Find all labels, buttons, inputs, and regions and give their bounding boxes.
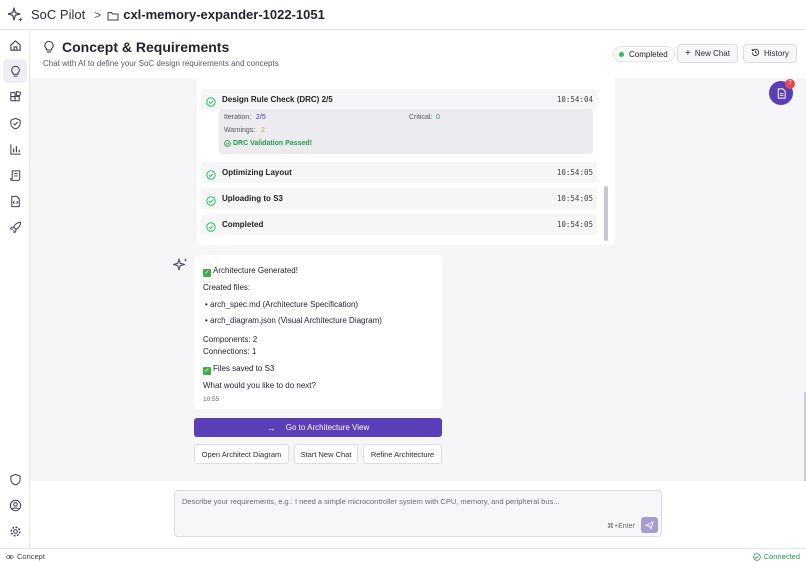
- check-box-icon: ✓: [203, 367, 211, 375]
- shortcut-hint: ⌘+Enter: [607, 523, 635, 530]
- check-circle-icon: [752, 552, 761, 561]
- sparkle-logo-icon: [8, 6, 24, 23]
- rocket-icon[interactable]: [8, 220, 22, 234]
- history-icon: [751, 48, 760, 60]
- file-code-icon[interactable]: [8, 194, 22, 208]
- message-components: Components: 2: [203, 335, 258, 344]
- plus-icon: +: [685, 47, 691, 59]
- check-circle-icon: [206, 94, 216, 107]
- go-to-architecture-label: Go to Architecture View: [285, 423, 370, 432]
- step-uploading: Uploading to S3 10:54:05: [201, 188, 597, 209]
- page-header: Concept & Requirements Chat with AI to d…: [30, 30, 806, 78]
- step-time: 10:54:05: [556, 194, 593, 203]
- page-subtitle: Chat with AI to define your SoC design r…: [43, 59, 279, 68]
- folder-icon: [107, 9, 119, 21]
- steps-scrollbar[interactable]: [604, 186, 608, 241]
- open-architect-diagram-button[interactable]: Open Architect Diagram: [194, 444, 289, 464]
- critical-value: 0: [436, 114, 440, 121]
- status-badge-label: Completed: [629, 49, 668, 59]
- chat-input-placeholder: Describe your requirements, e.g.: I need…: [182, 497, 560, 506]
- message-file: • arch_spec.md (Architecture Specificati…: [205, 300, 359, 309]
- shield-check-icon[interactable]: [8, 116, 22, 130]
- top-bar: SoC Pilot > cxl-memory-expander-1022-105…: [0, 0, 806, 30]
- check-circle-icon: [206, 167, 216, 180]
- lightbulb-icon[interactable]: [3, 59, 27, 83]
- step-label: Design Rule Check (DRC) 2/5: [222, 95, 333, 104]
- chat-input[interactable]: Describe your requirements, e.g.: I need…: [174, 490, 662, 537]
- message-line: ✓ Architecture Generated!: [203, 266, 298, 277]
- bar-chart-icon[interactable]: [8, 142, 22, 156]
- eye-icon: [6, 553, 14, 561]
- history-button[interactable]: History: [743, 44, 797, 63]
- gear-icon[interactable]: [8, 524, 22, 538]
- chat-area[interactable]: 7 Design Rule Check (DRC) 2/5 10:54:04 I…: [30, 78, 806, 481]
- shield-icon[interactable]: [8, 472, 22, 486]
- ai-sparkle-icon: [172, 257, 189, 273]
- step-time: 10:54:04: [556, 95, 593, 104]
- status-badge: Completed: [613, 46, 675, 62]
- start-new-chat-button[interactable]: Start New Chat: [294, 444, 358, 464]
- step-time: 10:54:05: [556, 168, 593, 177]
- blocks-icon[interactable]: [8, 90, 22, 104]
- user-circle-icon[interactable]: [8, 498, 22, 512]
- step-label: Uploading to S3: [222, 194, 283, 203]
- mode-label: Concept: [17, 552, 45, 561]
- project-name[interactable]: cxl-memory-expander-1022-1051: [123, 7, 325, 22]
- iteration-label: Iteration:: [224, 114, 252, 121]
- send-button[interactable]: [641, 517, 658, 533]
- step-optimizing: Optimizing Layout 10:54:05: [201, 162, 597, 183]
- scroll-icon[interactable]: [8, 168, 22, 182]
- message-line: ✓ Files saved to S3: [203, 364, 275, 375]
- drc-passed: DRC Validation Passed!: [233, 140, 312, 147]
- message-question: What would you like to do next?: [203, 381, 316, 390]
- notification-badge: 7: [785, 79, 795, 89]
- new-chat-label: New Chat: [694, 49, 730, 58]
- connection-label: Connected: [763, 552, 800, 561]
- page-title: Concept & Requirements: [62, 39, 230, 55]
- go-to-architecture-button[interactable]: → Go to Architecture View: [194, 418, 442, 437]
- message-line: Created files:: [203, 283, 251, 292]
- connection-status: Connected: [752, 552, 800, 561]
- status-bar: Concept Connected: [0, 548, 806, 563]
- check-circle-icon: [206, 193, 216, 206]
- message-connections: Connections: 1: [203, 347, 257, 356]
- arrow-right-icon: →: [266, 422, 276, 433]
- message-time: 10:55: [203, 396, 220, 403]
- progress-steps-card: Design Rule Check (DRC) 2/5 10:54:04 Ite…: [197, 78, 615, 245]
- history-label: History: [764, 49, 789, 58]
- warnings-value: 2: [261, 127, 265, 134]
- step-label: Completed: [222, 220, 264, 229]
- refine-architecture-button[interactable]: Refine Architecture: [363, 444, 442, 464]
- check-box-icon: ✓: [203, 269, 211, 277]
- check-circle-icon: [224, 140, 231, 149]
- critical-label: Critical:: [409, 114, 433, 121]
- lightbulb-icon: [42, 40, 56, 54]
- check-circle-icon: [206, 219, 216, 232]
- step-label: Optimizing Layout: [222, 168, 292, 177]
- step-time: 10:54:05: [556, 220, 593, 229]
- iteration-value: 2/5: [256, 114, 266, 121]
- app-name[interactable]: SoC Pilot: [31, 7, 85, 22]
- drc-details: Iteration: 2/5 Critical: 0 Warnings: 2 D…: [219, 109, 593, 154]
- home-icon[interactable]: [8, 38, 22, 52]
- step-drc: Design Rule Check (DRC) 2/5 10:54:04: [201, 89, 597, 110]
- message-file: • arch_diagram.json (Visual Architecture…: [205, 316, 382, 325]
- status-dot: [619, 51, 624, 57]
- assistant-message: ✓ Architecture Generated! Created files: …: [194, 255, 442, 409]
- mode-indicator: Concept: [6, 552, 45, 561]
- sidebar: [0, 30, 30, 548]
- breadcrumb-separator: >: [94, 7, 102, 22]
- new-chat-button[interactable]: + New Chat: [677, 44, 738, 63]
- warnings-label: Warnings:: [224, 127, 256, 134]
- step-completed: Completed 10:54:05: [201, 214, 597, 235]
- chat-input-area: Describe your requirements, e.g.: I need…: [30, 481, 806, 548]
